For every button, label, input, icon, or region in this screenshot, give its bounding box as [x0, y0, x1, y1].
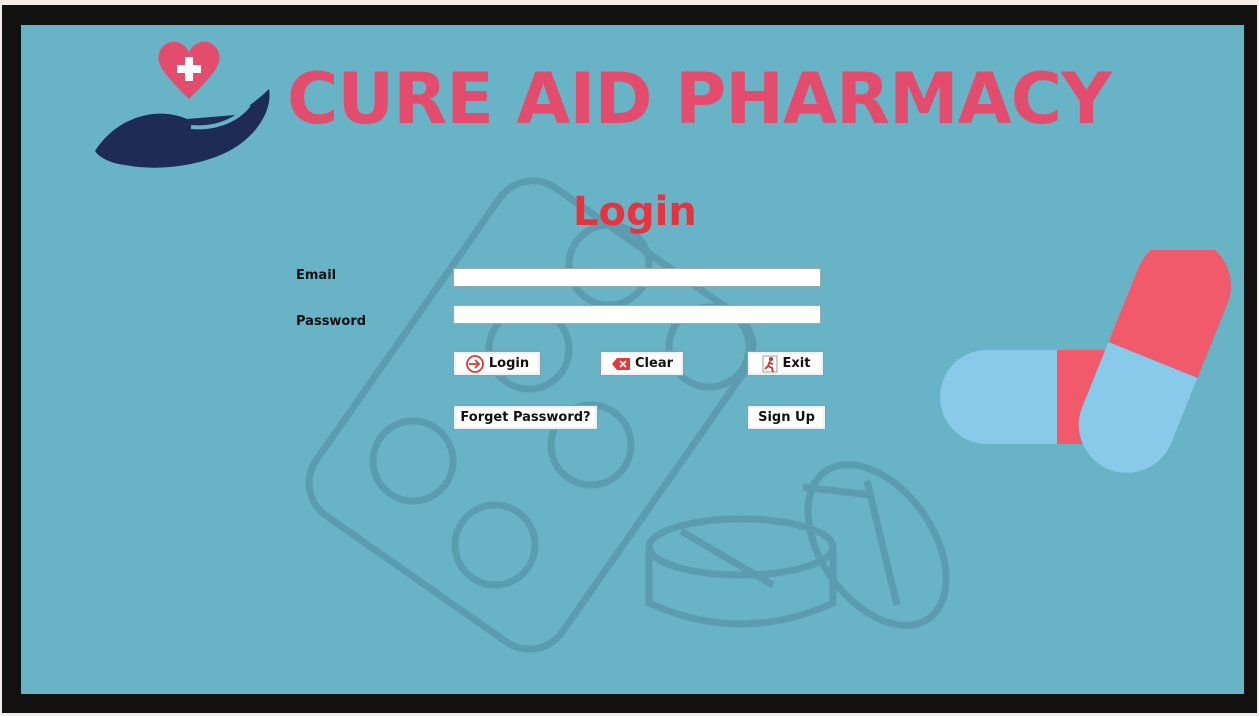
login-button-label: Login [488, 356, 530, 371]
email-label: Email [296, 268, 337, 283]
brand-title: CURE AID PHARMACY [287, 58, 1112, 140]
exit-button[interactable]: Exit [747, 351, 824, 376]
email-field[interactable] [453, 268, 821, 287]
capsule-icon [940, 250, 1231, 473]
password-label: Password [296, 314, 367, 329]
login-title: Login [573, 189, 697, 235]
login-arrow-icon [465, 354, 485, 374]
forget-password-label: Forget Password? [460, 410, 591, 425]
login-button[interactable]: Login [453, 351, 541, 376]
clear-button-label: Clear [635, 356, 673, 371]
heart-hand-logo-icon [95, 41, 270, 168]
window-frame: CURE AID PHARMACY Login Email Password L… [2, 5, 1257, 713]
exit-button-label: Exit [782, 356, 811, 371]
login-screen: CURE AID PHARMACY Login Email Password L… [21, 25, 1244, 694]
exit-runner-icon [761, 355, 779, 373]
forget-password-button[interactable]: Forget Password? [453, 405, 598, 430]
clear-button[interactable]: Clear [600, 351, 684, 376]
backspace-clear-icon [611, 357, 631, 371]
signup-button[interactable]: Sign Up [747, 405, 826, 430]
password-field[interactable] [453, 305, 821, 324]
signup-button-label: Sign Up [758, 410, 815, 425]
